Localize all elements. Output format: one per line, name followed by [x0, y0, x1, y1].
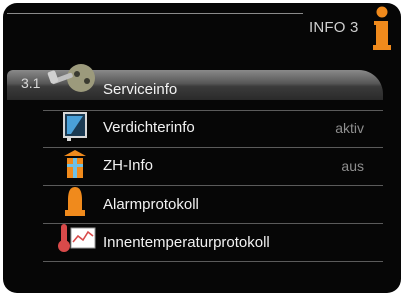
menu-item-label: Serviceinfo [103, 81, 178, 98]
service-icon [47, 64, 95, 92]
status-label: aus [341, 158, 364, 174]
menu-item-innentemperaturprotokoll[interactable]: Innentemperaturprotokoll [103, 234, 270, 251]
menu-number: 3.1 [21, 75, 41, 91]
menu-item-zh-info[interactable]: ZH-Info [103, 157, 153, 174]
temperature-log-icon [58, 224, 96, 252]
row-divider [43, 185, 383, 186]
info-icon [373, 6, 391, 50]
row-divider [43, 261, 383, 262]
alarm-bell-icon [65, 187, 85, 216]
status-label: aktiv [335, 120, 364, 136]
row-divider [43, 147, 383, 148]
row-divider [43, 110, 383, 111]
menu-item-verdichterinfo[interactable]: Verdichterinfo [103, 119, 195, 136]
page-title: INFO 3 [309, 19, 359, 36]
display-screen: INFO 3 3.1 Serviceinfo Verdichterinfo ak… [3, 3, 401, 293]
heater-icon [64, 150, 86, 178]
compressor-icon [63, 112, 87, 141]
menu-item-alarmprotokoll[interactable]: Alarmprotokoll [103, 196, 199, 213]
header-divider [7, 13, 303, 14]
